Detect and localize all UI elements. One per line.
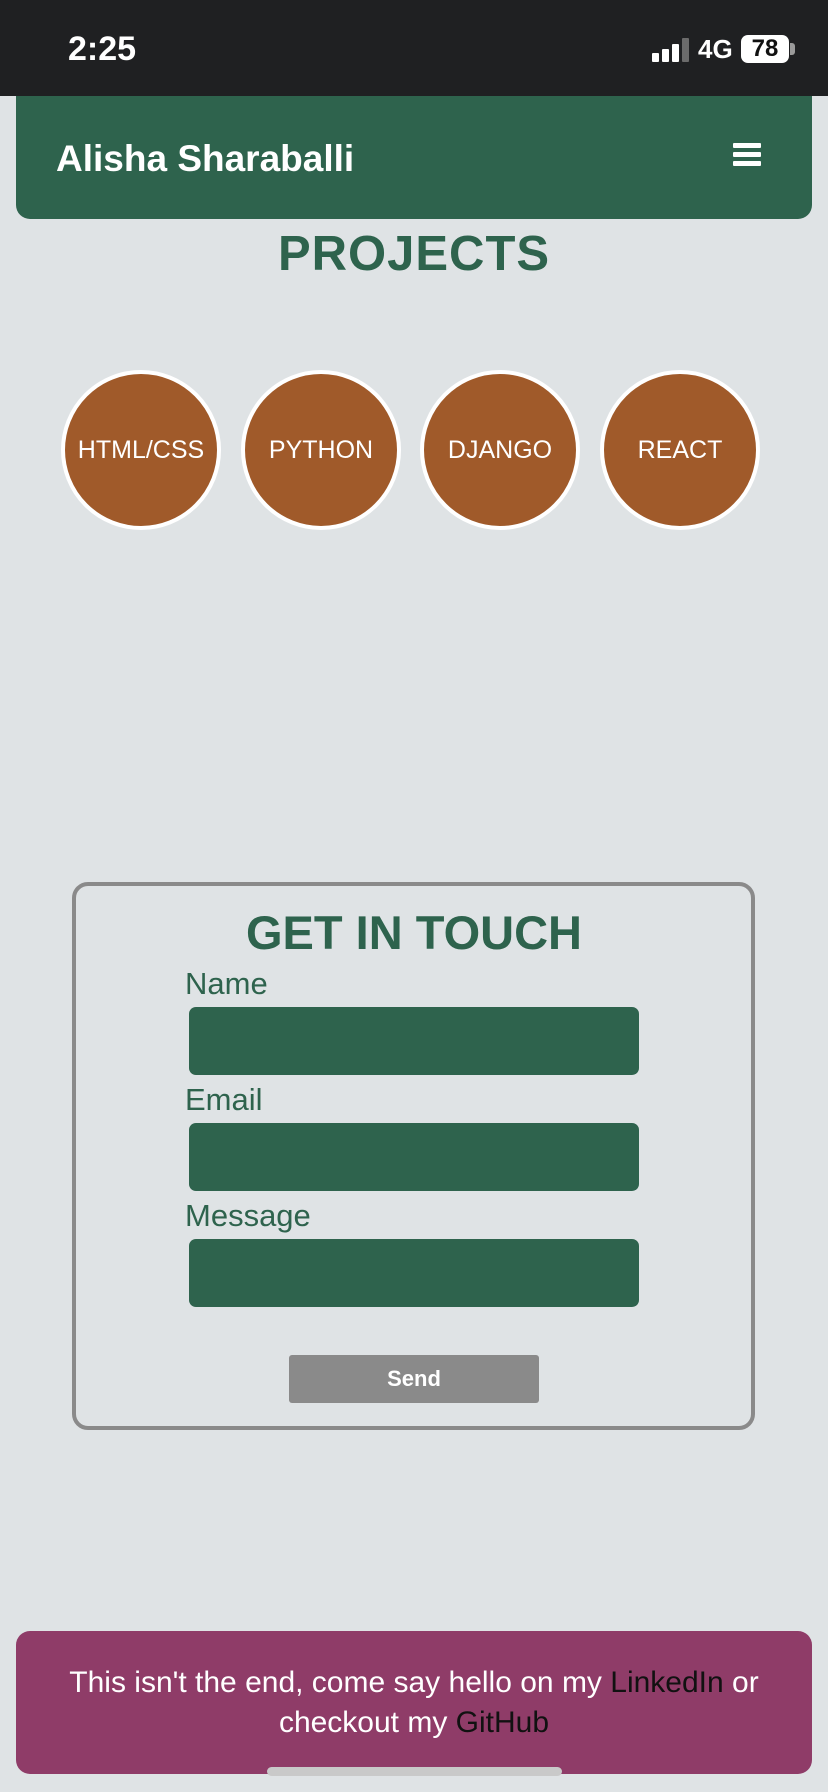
- email-input[interactable]: [189, 1123, 639, 1191]
- project-circle-python[interactable]: PYTHON: [241, 370, 401, 530]
- status-time: 2:25: [68, 30, 137, 68]
- status-bar: 2:25 4G 78: [0, 0, 828, 96]
- footer-text-start: This isn't the end, come say hello on my: [69, 1666, 611, 1699]
- network-type: 4G: [698, 34, 733, 64]
- project-circle-html-css[interactable]: HTML/CSS: [61, 370, 221, 530]
- project-circle-django[interactable]: DJANGO: [420, 370, 580, 530]
- name-label: Name: [185, 966, 268, 1001]
- email-label: Email: [185, 1082, 263, 1117]
- home-indicator: [267, 1767, 562, 1776]
- github-link[interactable]: GitHub: [456, 1706, 549, 1739]
- signal-strength-icon: [652, 36, 692, 62]
- linkedin-link[interactable]: LinkedIn: [610, 1666, 723, 1699]
- contact-title: GET IN TOUCH: [246, 906, 582, 959]
- projects-title: PROJECTS: [277, 227, 551, 281]
- battery-icon: 78: [741, 35, 789, 63]
- send-button[interactable]: Send: [289, 1355, 539, 1403]
- name-input[interactable]: [189, 1007, 639, 1075]
- hamburger-menu-icon[interactable]: [733, 143, 761, 167]
- navbar: Alisha Sharaballi: [16, 96, 812, 219]
- brand-name[interactable]: Alisha Sharaballi: [56, 138, 354, 180]
- message-input[interactable]: [189, 1239, 639, 1307]
- message-label: Message: [185, 1198, 311, 1233]
- battery-cap: [790, 43, 795, 55]
- project-circle-react[interactable]: REACT: [600, 370, 760, 530]
- footer: This isn't the end, come say hello on my…: [16, 1631, 812, 1774]
